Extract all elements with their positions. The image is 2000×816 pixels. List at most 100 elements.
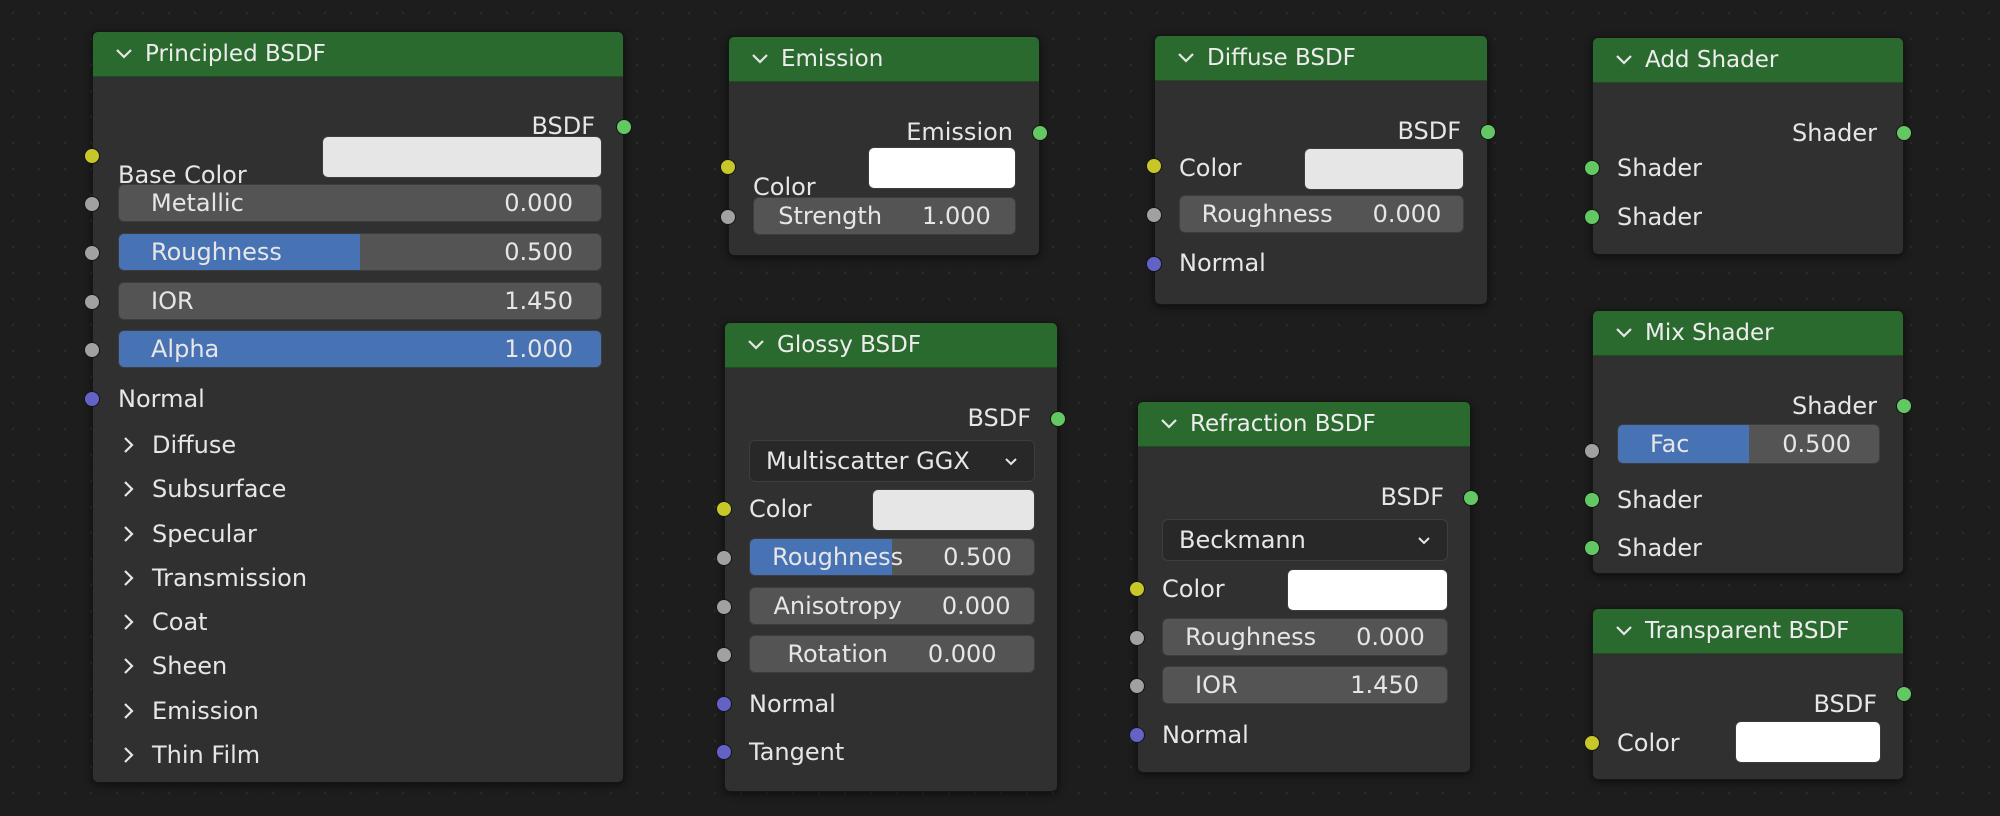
node-header[interactable]: Diffuse BSDF	[1155, 36, 1487, 81]
metallic-socket[interactable]	[84, 196, 100, 212]
chevron-down-icon[interactable]	[1613, 322, 1635, 344]
fac-slider[interactable]: Fac 0.500	[1617, 424, 1880, 464]
add-shader-node[interactable]: Add Shader Shader Shader Shader	[1584, 37, 1912, 255]
ior-slider[interactable]: IOR 1.450	[118, 282, 602, 320]
alpha-slider[interactable]: Alpha 1.000	[118, 330, 602, 368]
output-socket[interactable]	[1896, 398, 1912, 414]
color-socket[interactable]	[720, 159, 736, 175]
color-swatch[interactable]	[868, 147, 1016, 189]
node-header[interactable]: Principled BSDF	[93, 32, 623, 77]
output-socket[interactable]	[1480, 124, 1496, 140]
node-header[interactable]: Emission	[729, 37, 1039, 82]
diffuse-bsdf-node[interactable]: Diffuse BSDF BSDF Color Roughness 0.000 …	[1146, 35, 1496, 305]
panel-transmission[interactable]: Transmission	[118, 559, 307, 597]
ior-field[interactable]: IOR 1.450	[1162, 666, 1448, 704]
chevron-down-icon[interactable]	[749, 48, 771, 70]
roughness-socket[interactable]	[1146, 207, 1162, 223]
shader-input-socket[interactable]	[1584, 492, 1600, 508]
shader-input-label: Shader	[1617, 203, 1703, 231]
shader-input-socket[interactable]	[1584, 540, 1600, 556]
base-color-swatch[interactable]	[322, 136, 602, 178]
normal-socket[interactable]	[84, 391, 100, 407]
chevron-down-icon[interactable]	[745, 334, 767, 356]
chevron-down-icon[interactable]	[113, 43, 135, 65]
output-label: Shader	[1791, 119, 1877, 147]
tangent-socket[interactable]	[716, 744, 732, 760]
roughness-socket[interactable]	[716, 550, 732, 566]
node-header[interactable]: Refraction BSDF	[1138, 402, 1470, 447]
distribution-select[interactable]: Beckmann	[1162, 519, 1448, 561]
shader-input-label: Shader	[1617, 534, 1703, 562]
fac-socket[interactable]	[1584, 443, 1600, 459]
output-socket[interactable]	[1463, 490, 1479, 506]
normal-label: Normal	[1162, 721, 1249, 749]
panel-coat[interactable]: Coat	[118, 603, 208, 641]
panel-label: Emission	[152, 697, 259, 725]
output-socket[interactable]	[1896, 125, 1912, 141]
metallic-slider[interactable]: Metallic 0.000	[118, 184, 602, 222]
chevron-down-icon[interactable]	[1158, 413, 1180, 435]
principled-bsdf-node[interactable]: Principled BSDF BSDF Base Color Metallic…	[84, 31, 632, 783]
chevron-down-icon[interactable]	[1613, 49, 1635, 71]
node-title: Mix Shader	[1645, 320, 1774, 346]
rotation-field[interactable]: Rotation 0.000	[749, 635, 1035, 673]
output-socket[interactable]	[616, 119, 632, 135]
panel-thin-film[interactable]: Thin Film	[118, 736, 260, 774]
field-value: 1.000	[922, 202, 991, 230]
roughness-socket[interactable]	[84, 245, 100, 261]
panel-sheen[interactable]: Sheen	[118, 647, 227, 685]
node-title: Refraction BSDF	[1190, 411, 1376, 437]
glossy-bsdf-node[interactable]: Glossy BSDF BSDF Multiscatter GGX Color …	[716, 322, 1066, 792]
anisotropy-field[interactable]: Anisotropy 0.000	[749, 587, 1035, 625]
normal-socket[interactable]	[1129, 727, 1145, 743]
field-value: 0.000	[1372, 200, 1442, 228]
anisotropy-socket[interactable]	[716, 599, 732, 615]
alpha-socket[interactable]	[84, 342, 100, 358]
panel-emission[interactable]: Emission	[118, 692, 259, 730]
color-socket[interactable]	[1584, 735, 1600, 751]
base-color-socket[interactable]	[84, 148, 100, 164]
shader-input-socket[interactable]	[1584, 209, 1600, 225]
color-swatch[interactable]	[1735, 721, 1881, 763]
output-socket[interactable]	[1050, 411, 1066, 427]
transparent-bsdf-node[interactable]: Transparent BSDF BSDF Color	[1584, 608, 1912, 780]
node-header[interactable]: Mix Shader	[1593, 311, 1903, 356]
normal-socket[interactable]	[1146, 256, 1162, 272]
output-socket[interactable]	[1896, 686, 1912, 702]
roughness-socket[interactable]	[1129, 630, 1145, 646]
node-title: Glossy BSDF	[777, 332, 922, 358]
output-socket[interactable]	[1032, 125, 1048, 141]
strength-field[interactable]: Strength 1.000	[753, 197, 1016, 235]
roughness-field[interactable]: Roughness 0.000	[1179, 195, 1464, 233]
color-swatch[interactable]	[872, 489, 1035, 531]
panel-subsurface[interactable]: Subsurface	[118, 470, 286, 508]
distribution-select[interactable]: Multiscatter GGX	[749, 440, 1035, 482]
rotation-socket[interactable]	[716, 647, 732, 663]
emission-node[interactable]: Emission Emission Color Strength 1.000	[720, 36, 1048, 256]
select-value: Multiscatter GGX	[766, 447, 970, 475]
node-header[interactable]: Glossy BSDF	[725, 323, 1057, 368]
roughness-slider[interactable]: Roughness 0.500	[118, 233, 602, 271]
mix-shader-node[interactable]: Mix Shader Shader Fac 0.500 Shader Shade…	[1584, 310, 1912, 574]
strength-socket[interactable]	[720, 209, 736, 225]
ior-socket[interactable]	[1129, 678, 1145, 694]
color-socket[interactable]	[1146, 158, 1162, 174]
output-label: BSDF	[1380, 483, 1444, 511]
panel-specular[interactable]: Specular	[118, 515, 257, 553]
node-header[interactable]: Add Shader	[1593, 38, 1903, 83]
ior-socket[interactable]	[84, 294, 100, 310]
chevron-down-icon[interactable]	[1613, 620, 1635, 642]
roughness-field[interactable]: Roughness 0.000	[1162, 618, 1448, 656]
panel-diffuse[interactable]: Diffuse	[118, 426, 236, 464]
color-socket[interactable]	[1129, 581, 1145, 597]
refraction-bsdf-node[interactable]: Refraction BSDF BSDF Beckmann Color Roug…	[1129, 401, 1479, 773]
normal-socket[interactable]	[716, 696, 732, 712]
roughness-slider[interactable]: Roughness 0.500	[749, 538, 1035, 576]
color-swatch[interactable]	[1287, 569, 1448, 611]
color-socket[interactable]	[716, 501, 732, 517]
field-value: 0.500	[943, 543, 1012, 571]
node-header[interactable]: Transparent BSDF	[1593, 609, 1903, 654]
chevron-down-icon[interactable]	[1175, 47, 1197, 69]
color-swatch[interactable]	[1304, 148, 1464, 190]
shader-input-socket[interactable]	[1584, 160, 1600, 176]
